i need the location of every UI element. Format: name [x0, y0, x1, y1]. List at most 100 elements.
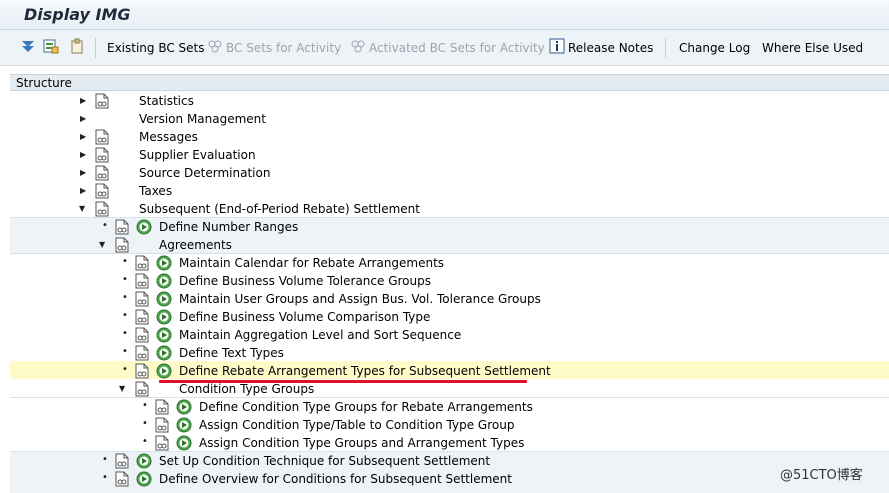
tree-node-assign-condition-type-table[interactable]: • Assign Condition Type/Table to Conditi…: [10, 416, 889, 434]
tree-node-label: Define Business Volume Comparison Type: [179, 310, 431, 324]
tree-node-label: Define Condition Type Groups for Rebate …: [199, 400, 533, 414]
leaf-bullet: •: [102, 472, 108, 483]
tree-node-subsequent-settlement[interactable]: ▼ Subsequent (End-of-Period Rebate) Sett…: [10, 200, 889, 218]
img-documentation-icon[interactable]: [95, 129, 109, 145]
tree-node-maintain-calendar[interactable]: • Maintain Calendar for Rebate Arrangeme…: [10, 254, 889, 272]
tree-node-define-number-ranges[interactable]: • Define Number Ranges: [10, 218, 889, 236]
watermark-text: @51CTO博客: [780, 468, 863, 483]
tree-node-assign-condition-type-groups[interactable]: • Assign Condition Type Groups and Arran…: [10, 434, 889, 452]
expand-arrow-icon[interactable]: ▶: [80, 186, 86, 196]
img-documentation-icon[interactable]: [135, 255, 149, 271]
tree-node-label: Define Rebate Arrangement Types for Subs…: [179, 364, 551, 378]
leaf-bullet: •: [102, 220, 108, 231]
existing-bc-sets-button[interactable]: Existing BC Sets: [107, 39, 205, 57]
execute-activity-icon[interactable]: [156, 291, 172, 307]
tree-node-statistics[interactable]: ▶ Statistics: [10, 92, 889, 110]
clipboard-icon[interactable]: [69, 38, 85, 54]
expand-arrow-icon[interactable]: ▶: [80, 114, 86, 124]
tree-node-define-text-types[interactable]: • Define Text Types: [10, 344, 889, 362]
collapse-arrow-icon[interactable]: ▼: [99, 240, 105, 250]
img-structure-tree: ▶ Statistics ▶ Version Management ▶ Mess…: [10, 92, 889, 493]
img-documentation-icon[interactable]: [115, 219, 129, 235]
expand-arrow-icon[interactable]: ▶: [80, 96, 86, 106]
tree-node-define-bv-tolerance-groups[interactable]: • Define Business Volume Tolerance Group…: [10, 272, 889, 290]
img-documentation-icon[interactable]: [95, 201, 109, 217]
tree-node-maintain-user-groups[interactable]: • Maintain User Groups and Assign Bus. V…: [10, 290, 889, 308]
red-annotation-underline: [159, 380, 527, 383]
structure-header: Structure: [10, 74, 889, 91]
execute-activity-icon[interactable]: [156, 363, 172, 379]
bc-sets-for-activity-button[interactable]: BC Sets for Activity: [226, 39, 341, 57]
activated-bc-sets-for-activity-button[interactable]: Activated BC Sets for Activity: [369, 39, 545, 57]
collapse-arrow-icon[interactable]: ▼: [119, 384, 125, 394]
img-documentation-icon[interactable]: [135, 291, 149, 307]
tree-node-label: Source Determination: [139, 166, 271, 180]
tree-node-version-management[interactable]: ▶ Version Management: [10, 110, 889, 128]
change-log-button[interactable]: Change Log: [679, 39, 750, 57]
execute-activity-icon[interactable]: [156, 309, 172, 325]
tree-node-define-overview-conditions[interactable]: • Define Overview for Conditions for Sub…: [10, 470, 889, 488]
tree-node-label: Agreements: [159, 238, 232, 252]
img-documentation-icon[interactable]: [135, 273, 149, 289]
where-else-used-button[interactable]: Where Else Used: [762, 39, 863, 57]
tree-node-maintain-aggregation-level[interactable]: • Maintain Aggregation Level and Sort Se…: [10, 326, 889, 344]
img-documentation-icon[interactable]: [115, 237, 129, 253]
execute-activity-icon[interactable]: [136, 219, 152, 235]
expand-arrow-icon[interactable]: ▶: [80, 168, 86, 178]
img-documentation-icon[interactable]: [155, 399, 169, 415]
tree-node-supplier-evaluation[interactable]: ▶ Supplier Evaluation: [10, 146, 889, 164]
leaf-bullet: •: [142, 436, 148, 447]
leaf-bullet: •: [122, 292, 128, 303]
leaf-bullet: •: [122, 274, 128, 285]
img-documentation-icon[interactable]: [135, 327, 149, 343]
img-documentation-icon[interactable]: [115, 453, 129, 469]
execute-activity-icon[interactable]: [176, 417, 192, 433]
release-notes-button[interactable]: Release Notes: [568, 39, 653, 57]
execute-activity-icon[interactable]: [136, 453, 152, 469]
toolbar-separator: [95, 38, 96, 58]
execute-activity-icon[interactable]: [156, 327, 172, 343]
select-icon[interactable]: [43, 38, 59, 54]
img-documentation-icon[interactable]: [155, 435, 169, 451]
collapse-arrow-icon[interactable]: ▼: [79, 204, 85, 214]
img-documentation-icon[interactable]: [95, 183, 109, 199]
img-documentation-icon[interactable]: [135, 345, 149, 361]
img-documentation-icon[interactable]: [135, 363, 149, 379]
activated-bc-sets-icon: [351, 40, 365, 53]
img-documentation-icon[interactable]: [135, 381, 149, 397]
leaf-bullet: •: [122, 328, 128, 339]
tree-node-messages[interactable]: ▶ Messages: [10, 128, 889, 146]
structure-header-label: Structure: [16, 76, 72, 90]
tree-node-agreements[interactable]: ▼ Agreements: [10, 236, 889, 254]
tree-node-source-determination[interactable]: ▶ Source Determination: [10, 164, 889, 182]
expand-arrow-icon[interactable]: ▶: [80, 150, 86, 160]
tree-node-define-condition-type-groups[interactable]: • Define Condition Type Groups for Rebat…: [10, 398, 889, 416]
tree-node-label: Messages: [139, 130, 198, 144]
execute-activity-icon[interactable]: [136, 471, 152, 487]
tree-node-set-up-condition-technique[interactable]: • Set Up Condition Technique for Subsequ…: [10, 452, 889, 470]
bc-sets-icon: [208, 40, 222, 53]
img-documentation-icon[interactable]: [115, 471, 129, 487]
tree-node-label: Set Up Condition Technique for Subsequen…: [159, 454, 491, 468]
tree-node-label: Assign Condition Type/Table to Condition…: [199, 418, 515, 432]
tree-node-define-bv-comparison-type[interactable]: • Define Business Volume Comparison Type: [10, 308, 889, 326]
leaf-bullet: •: [122, 256, 128, 267]
leaf-bullet: •: [102, 454, 108, 465]
tree-node-taxes[interactable]: ▶ Taxes: [10, 182, 889, 200]
expand-arrow-icon[interactable]: ▶: [80, 132, 86, 142]
img-documentation-icon[interactable]: [135, 309, 149, 325]
img-documentation-icon[interactable]: [95, 147, 109, 163]
tree-node-define-rebate-arrangement-types[interactable]: • Define Rebate Arrangement Types for Su…: [10, 362, 889, 380]
execute-activity-icon[interactable]: [176, 399, 192, 415]
img-documentation-icon[interactable]: [95, 93, 109, 109]
expand-all-icon[interactable]: [20, 38, 36, 54]
toolbar-separator: [665, 38, 666, 58]
execute-activity-icon[interactable]: [156, 345, 172, 361]
execute-activity-icon[interactable]: [176, 435, 192, 451]
execute-activity-icon[interactable]: [156, 255, 172, 271]
tree-node-label: Define Business Volume Tolerance Groups: [179, 274, 431, 288]
execute-activity-icon[interactable]: [156, 273, 172, 289]
tree-node-label: Subsequent (End-of-Period Rebate) Settle…: [139, 202, 420, 216]
img-documentation-icon[interactable]: [95, 165, 109, 181]
img-documentation-icon[interactable]: [155, 417, 169, 433]
